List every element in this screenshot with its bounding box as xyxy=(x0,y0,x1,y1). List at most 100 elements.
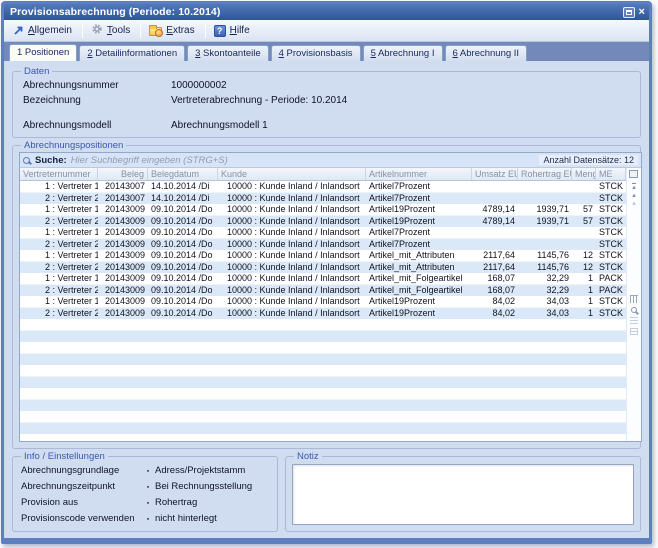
scroll-up-button[interactable]: ▴ xyxy=(632,192,636,200)
cell-vertreternummer: 1 : Vertreter 1 xyxy=(20,296,98,308)
column-header-artikelnummer[interactable]: Artikelnummer xyxy=(366,168,472,180)
info-row-grundlage: Abrechnungsgrundlage ▪ Adress/Projektsta… xyxy=(21,465,269,476)
tab-positionen[interactable]: 1 Positionen xyxy=(9,44,77,61)
info-label: Abrechnungsgrundlage xyxy=(21,465,141,476)
toolbar-separator xyxy=(205,23,206,38)
daten-groupbox: Daten Abrechnungsnummer 1000000002 Bezei… xyxy=(12,71,641,138)
table-row[interactable]: 2 : Vertreter 2 20143009 09.10.2014 /Do … xyxy=(20,262,626,274)
column-header-kunde[interactable]: Kunde xyxy=(218,168,366,180)
toolbar-separator xyxy=(82,23,83,38)
cell-kunde: 10000 : Kunde Inland / Inlandsort xyxy=(218,181,366,193)
summary-icon[interactable] xyxy=(630,317,638,324)
table-row[interactable]: 1 : Vertreter 1 20143009 09.10.2014 /Do … xyxy=(20,250,626,262)
cell-vertreternummer: 1 : Vertreter 1 xyxy=(20,273,98,285)
options-icon[interactable] xyxy=(630,328,638,335)
cell-rohertrag: 1939,71 xyxy=(518,216,572,228)
column-header-me[interactable]: ME xyxy=(596,168,626,180)
column-header-beleg[interactable]: Beleg xyxy=(98,168,148,180)
cell-umsatz: 2117,64 xyxy=(472,262,518,274)
table-row[interactable]: 2 : Vertreter 2 20143009 09.10.2014 /Do … xyxy=(20,308,626,320)
search-icon xyxy=(23,157,30,164)
cell-beleg: 20143009 xyxy=(98,227,148,239)
column-header-vertreternummer[interactable]: Vertreternummer xyxy=(20,168,98,180)
table-row[interactable]: 2 : Vertreter 2 20143009 09.10.2014 /Do … xyxy=(20,216,626,228)
cell-artikelnummer: Artikel19Prozent xyxy=(366,204,472,216)
cell-menge xyxy=(572,227,596,239)
cell-artikelnummer: Artikel7Prozent xyxy=(366,181,472,193)
close-button[interactable]: × xyxy=(638,7,645,18)
arrow-ne-icon xyxy=(13,25,24,36)
zoom-icon[interactable] xyxy=(631,307,637,313)
menu-allgemein-label: Allgemein xyxy=(28,25,72,36)
column-header-belegdatum[interactable]: Belegdatum xyxy=(148,168,218,180)
cell-rohertrag: 34,03 xyxy=(518,308,572,320)
tab-bar: 1 Positionen 2 Detailinformationen 3 Sko… xyxy=(4,42,649,61)
table-row[interactable]: 1 : Vertreter 1 20143009 09.10.2014 /Do … xyxy=(20,273,626,285)
column-header-menge[interactable]: Menge xyxy=(572,168,596,180)
cell-artikelnummer: Artikel19Prozent xyxy=(366,216,472,228)
table-row[interactable]: 2 : Vertreter 2 20143009 09.10.2014 /Do … xyxy=(20,239,626,251)
column-header-rohertrag[interactable]: Rohertrag EUR xyxy=(518,168,572,180)
menu-extras[interactable]: Extras xyxy=(143,22,202,39)
cell-artikelnummer: Artikel7Prozent xyxy=(366,193,472,205)
field-bezeichnung: Bezeichnung Vertreterabrechnung - Period… xyxy=(23,95,630,107)
table-row[interactable]: 1 : Vertreter 1 20143009 09.10.2014 /Do … xyxy=(20,204,626,216)
title-bar[interactable]: Provisionsabrechnung (Periode: 10.2014) … xyxy=(4,4,649,20)
cell-belegdatum: 14.10.2014 /Di xyxy=(148,193,218,205)
select-columns-button[interactable] xyxy=(631,168,638,181)
table-body: 1 : Vertreter 1 20143007 14.10.2014 /Di … xyxy=(20,181,626,441)
field-label: Bezeichnung xyxy=(23,95,171,107)
scroll-to-top-button[interactable]: ▴ xyxy=(632,183,636,192)
maximize-button[interactable] xyxy=(623,7,635,18)
info-label: Provision aus xyxy=(21,497,141,508)
table-row[interactable]: 1 : Vertreter 1 20143007 14.10.2014 /Di … xyxy=(20,181,626,193)
table-row[interactable]: 1 : Vertreter 1 20143009 09.10.2014 /Do … xyxy=(20,227,626,239)
cell-artikelnummer: Artikel_mit_Attributen xyxy=(366,262,472,274)
notiz-textarea[interactable] xyxy=(292,464,634,525)
cell-me: STCK xyxy=(596,308,626,320)
tab-abrechnung-1[interactable]: 5 Abrechnung I xyxy=(363,45,443,61)
info-row-provision-aus: Provision aus ▪ Rohertrag xyxy=(21,497,269,508)
cell-beleg: 20143009 xyxy=(98,285,148,297)
cell-me: STCK xyxy=(596,227,626,239)
cell-belegdatum: 09.10.2014 /Do xyxy=(148,227,218,239)
tab-skontoanteile[interactable]: 3 Skontoanteile xyxy=(187,45,269,61)
cell-artikelnummer: Artikel_mit_Folgeartikel xyxy=(366,285,472,297)
tab-abrechnung-2[interactable]: 6 Abrechnung II xyxy=(445,45,528,61)
cell-beleg: 20143009 xyxy=(98,204,148,216)
cell-rohertrag: 1145,76 xyxy=(518,262,572,274)
cell-belegdatum: 09.10.2014 /Do xyxy=(148,239,218,251)
info-label: Abrechnungszeitpunkt xyxy=(21,481,141,492)
menu-extras-label: Extras xyxy=(166,25,194,36)
cell-me: PACK xyxy=(596,273,626,285)
cell-vertreternummer: 1 : Vertreter 1 xyxy=(20,227,98,239)
menu-allgemein[interactable]: Allgemein xyxy=(7,22,80,39)
cell-menge: 1 xyxy=(572,273,596,285)
menu-tools[interactable]: Tools xyxy=(85,20,138,41)
field-label: Abrechnungsnummer xyxy=(23,80,171,92)
cell-rohertrag: 34,03 xyxy=(518,296,572,308)
column-chooser-icon[interactable] xyxy=(630,295,638,303)
column-header-umsatz[interactable]: Umsatz EUR xyxy=(472,168,518,180)
cell-umsatz xyxy=(472,193,518,205)
tab-detailinformationen[interactable]: 2 Detailinformationen xyxy=(79,45,185,61)
table-row[interactable]: 1 : Vertreter 1 20143009 09.10.2014 /Do … xyxy=(20,296,626,308)
cell-menge xyxy=(572,181,596,193)
table-row[interactable]: 2 : Vertreter 2 20143007 14.10.2014 /Di … xyxy=(20,193,626,205)
search-label: Suche: xyxy=(35,155,67,166)
cell-menge: 1 xyxy=(572,285,596,297)
help-icon: ? xyxy=(214,25,226,37)
cell-me: STCK xyxy=(596,181,626,193)
positionen-groupbox: Abrechnungspositionen Suche: Hier Suchbe… xyxy=(12,145,641,449)
cell-umsatz: 4789,14 xyxy=(472,204,518,216)
cell-beleg: 20143009 xyxy=(98,216,148,228)
table-row[interactable]: 2 : Vertreter 2 20143009 09.10.2014 /Do … xyxy=(20,285,626,297)
menu-hilfe[interactable]: ? Hilfe xyxy=(208,22,258,40)
tab-provisionsbasis[interactable]: 4 Provisionsbasis xyxy=(271,45,361,61)
cell-beleg: 20143007 xyxy=(98,181,148,193)
menu-hilfe-label: Hilfe xyxy=(230,25,250,36)
cell-artikelnummer: Artikel19Prozent xyxy=(366,308,472,320)
page-up-button[interactable]: ▴ xyxy=(632,200,636,208)
search-input[interactable]: Hier Suchbegriff eingeben (STRG+S) xyxy=(71,155,536,166)
cell-menge: 57 xyxy=(572,204,596,216)
